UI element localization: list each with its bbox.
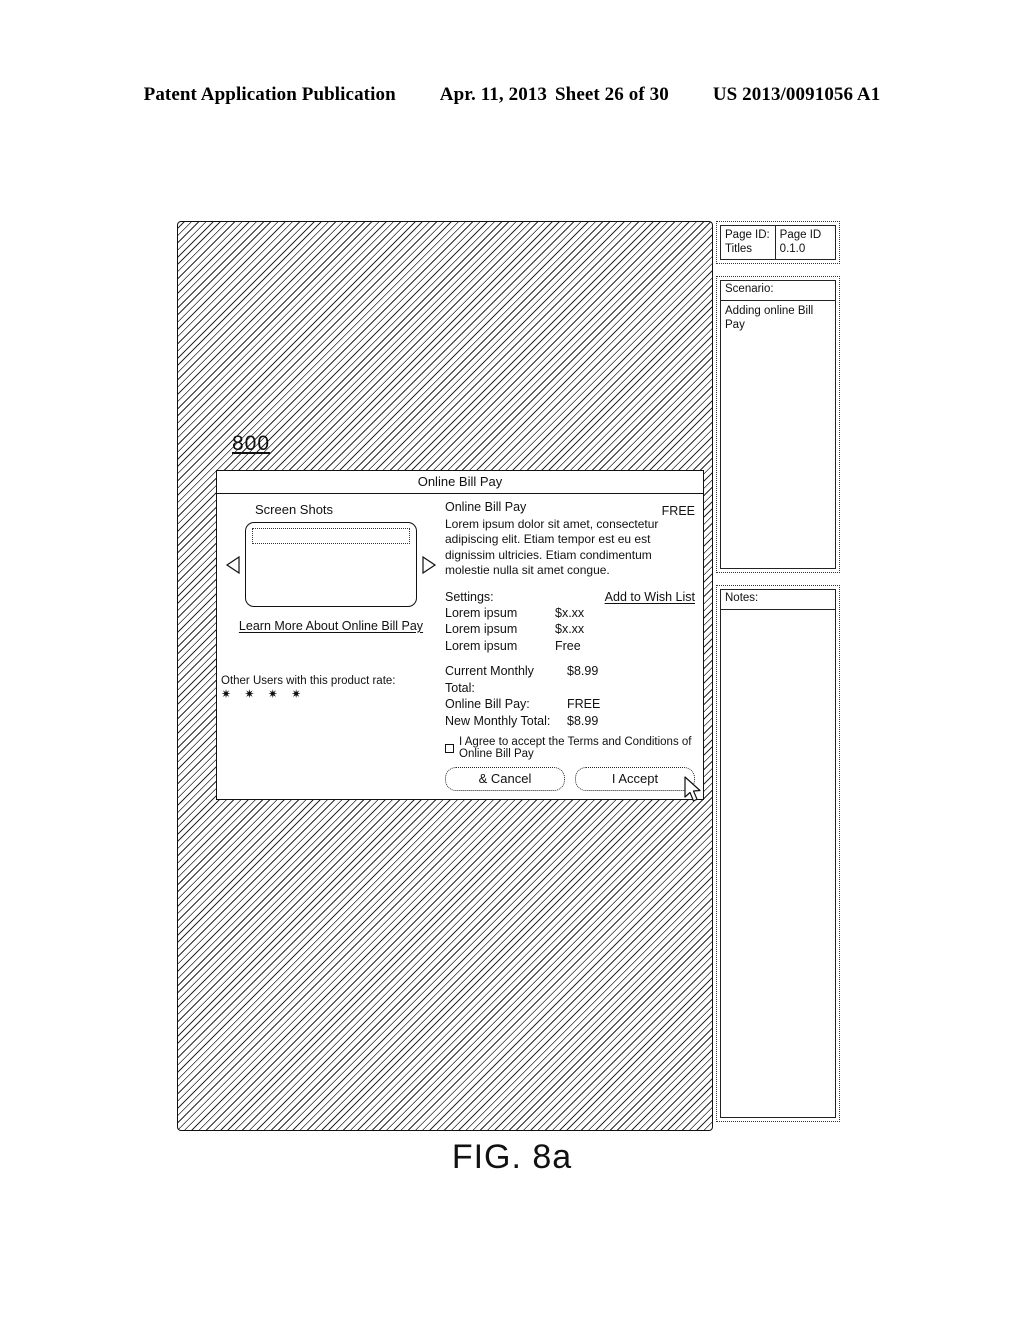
page-id-row: Page ID: Titles Page ID 0.1.0	[720, 225, 836, 261]
settings-row-name: Lorem ipsum	[445, 638, 518, 653]
accept-button[interactable]: I Accept	[575, 767, 695, 792]
settings-row: Lorem ipsum Free	[445, 638, 695, 655]
patent-header: Patent Application Publication Apr. 11, …	[0, 84, 1024, 106]
total-row: Online Bill Pay: FREE	[445, 696, 695, 713]
cancel-button[interactable]: & Cancel	[445, 767, 565, 792]
page-id-panel: Page ID: Titles Page ID 0.1.0	[716, 221, 840, 265]
dialog-title-bar: Online Bill Pay	[217, 471, 703, 494]
total-row: New Monthly Total: $8.99	[445, 713, 695, 730]
dialog-button-row: & Cancel I Accept	[445, 767, 701, 802]
totals-block: Current Monthly Total: $8.99 Online Bill…	[445, 663, 695, 729]
product-rating: Other Users with this product rate: ✷ ✷ …	[221, 675, 437, 701]
product-name: Online Bill Pay	[445, 500, 527, 514]
product-description: Lorem ipsum dolor sit amet, consectetur …	[445, 517, 659, 578]
settings-rows: Lorem ipsum $x.xx Lorem ipsum $x.xx Lore…	[445, 605, 695, 655]
dialog-body: Screen Shots Learn More About Online Bil…	[217, 494, 703, 802]
settings-row-value: $x.xx	[555, 605, 585, 620]
screenshot-inner-bar	[252, 528, 410, 544]
scenario-label: Scenario:	[720, 280, 836, 301]
rating-label: Other Users with this product rate:	[221, 675, 396, 687]
total-row-value: FREE	[567, 697, 601, 712]
left-arrow-icon[interactable]	[225, 554, 241, 576]
settings-row-name: Lorem ipsum	[445, 622, 518, 637]
terms-agreement-row[interactable]: I Agree to accept the Terms and Conditio…	[445, 736, 695, 760]
mouse-cursor-icon	[683, 776, 705, 806]
notes-label: Notes:	[720, 588, 836, 610]
screenshot-preview-frame[interactable]	[245, 522, 417, 607]
annotation-column: Page ID: Titles Page ID 0.1.0 Scenario: …	[716, 221, 840, 1131]
scenario-panel: Scenario: Adding online Bill Pay	[716, 276, 840, 573]
figure-caption: FIG. 8a	[451, 1138, 573, 1176]
dialog-right-column: Online Bill Pay FREE Lorem ipsum dolor s…	[443, 500, 701, 802]
dialog-left-column: Screen Shots Learn More About Online Bil…	[221, 500, 443, 791]
add-to-wish-list-link[interactable]: Add to Wish List	[605, 590, 695, 604]
notes-value[interactable]	[720, 609, 836, 1118]
total-row: Current Monthly Total: $8.99	[445, 663, 695, 696]
notes-panel: Notes:	[716, 584, 840, 1122]
settings-row: Lorem ipsum $x.xx	[445, 605, 695, 622]
settings-row-value: $x.xx	[555, 622, 585, 637]
screenshot-carousel	[225, 522, 437, 607]
total-row-value: $8.99	[567, 713, 599, 728]
reference-numeral-800: 800	[232, 432, 271, 455]
settings-header: Settings: Add to Wish List	[445, 590, 695, 604]
right-arrow-icon[interactable]	[421, 554, 437, 576]
patent-number: US 2013/0091056 A1	[712, 84, 881, 105]
settings-row-value: Free	[555, 638, 581, 653]
publication-date: Apr. 11, 2013	[439, 84, 547, 105]
rating-stars-icon: ✷ ✷ ✷ ✷	[221, 687, 307, 701]
settings-label: Settings:	[445, 589, 494, 604]
settings-row-name: Lorem ipsum	[445, 605, 518, 620]
total-row-value: $8.99	[567, 664, 599, 679]
publication-label: Patent Application Publication	[143, 84, 396, 105]
page-id-label: Page ID: Titles	[720, 225, 776, 261]
learn-more-link[interactable]: Learn More About Online Bill Pay	[225, 619, 437, 633]
total-row-name: New Monthly Total:	[445, 713, 551, 728]
page-id-value[interactable]: Page ID 0.1.0	[775, 225, 836, 261]
terms-label: I Agree to accept the Terms and Conditio…	[459, 736, 692, 761]
product-header: Online Bill Pay FREE	[445, 500, 695, 518]
sheet-number: Sheet 26 of 30	[555, 84, 669, 105]
total-row-name: Current Monthly Total:	[445, 664, 534, 695]
dialog-title: Online Bill Pay	[417, 474, 503, 489]
online-bill-pay-dialog: Online Bill Pay Screen Shots Learn More …	[216, 470, 704, 802]
screen-shots-label: Screen Shots	[255, 502, 334, 517]
wireframe-canvas: 800 Online Bill Pay Screen Shots Learn M…	[177, 221, 713, 1131]
settings-row: Lorem ipsum $x.xx	[445, 621, 695, 638]
product-price: FREE	[661, 504, 695, 518]
total-row-name: Online Bill Pay:	[445, 697, 530, 712]
scenario-value[interactable]: Adding online Bill Pay	[720, 300, 836, 569]
terms-checkbox[interactable]	[445, 743, 454, 753]
